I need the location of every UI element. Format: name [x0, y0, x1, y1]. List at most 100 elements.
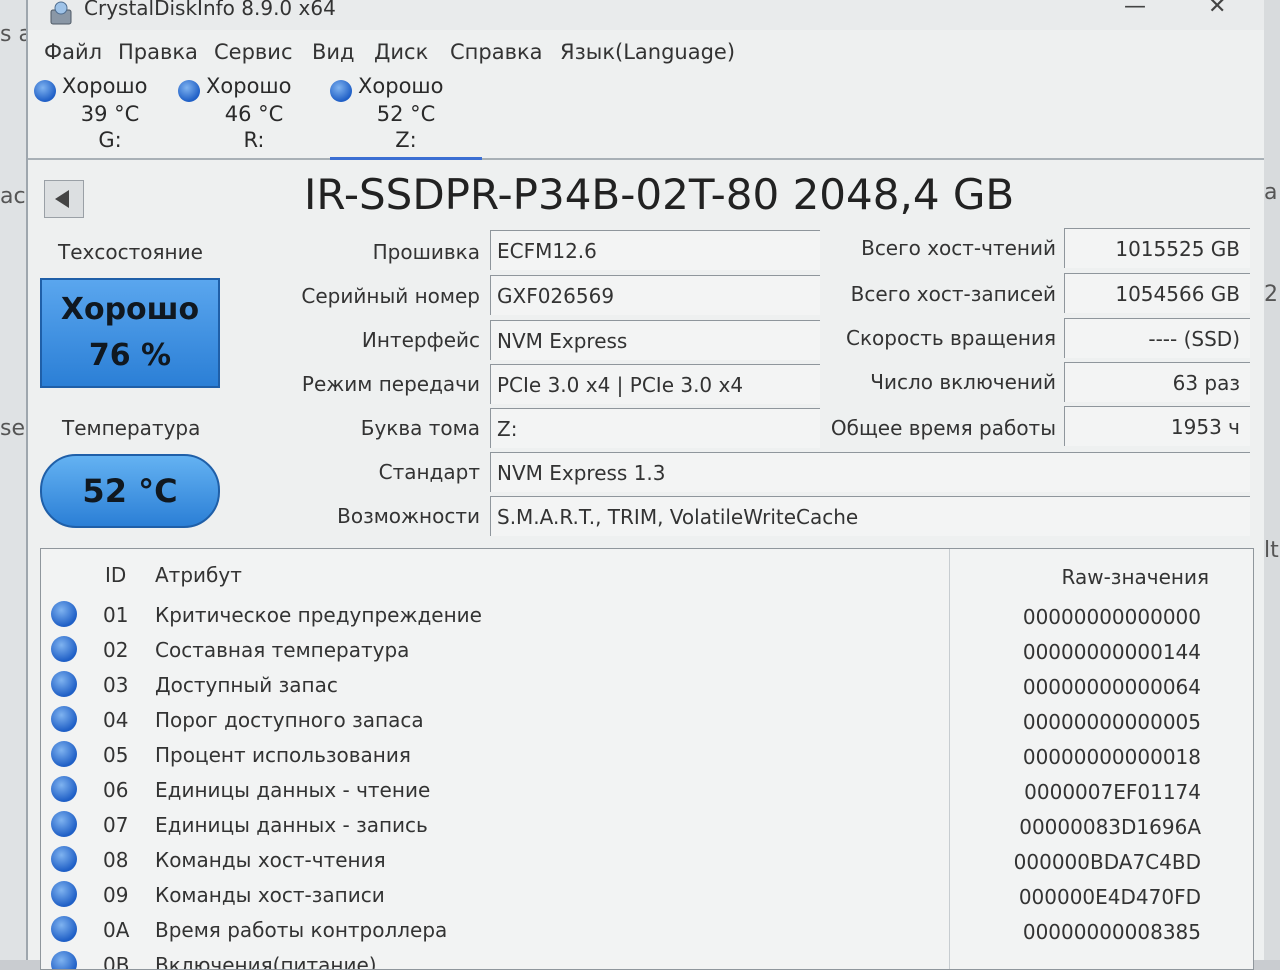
attribute-raw: 0000007EF01174	[1024, 780, 1201, 804]
previous-disk-button[interactable]	[44, 180, 84, 218]
window-title: CrystalDiskInfo 8.9.0 x64	[84, 0, 336, 20]
firmware-value[interactable]: ECFM12.6	[490, 230, 820, 270]
health-percent: 76 %	[88, 338, 172, 373]
health-status-text: Хорошо	[60, 292, 200, 327]
attribute-id: 0B	[103, 953, 130, 970]
features-value[interactable]: S.M.A.R.T., TRIM, VolatileWriteCache	[490, 496, 1250, 536]
status-dot-icon	[51, 916, 77, 942]
menu-help[interactable]: Справка	[450, 40, 543, 64]
attribute-id: 05	[103, 743, 129, 767]
menu-file[interactable]: Файл	[44, 40, 102, 64]
attribute-raw: 00000000008385	[1022, 920, 1201, 944]
menu-edit[interactable]: Правка	[118, 40, 198, 64]
attribute-raw: 00000000000064	[1022, 675, 1201, 699]
title-bar[interactable]: CrystalDiskInfo 8.9.0 x64 — ✕	[28, 0, 1264, 30]
temperature-display[interactable]: 52 °C	[40, 454, 220, 528]
power-on-hours-value[interactable]: 1953 ч	[1064, 406, 1250, 446]
power-on-count-label: Число включений	[870, 370, 1056, 394]
attribute-name: Команды хост-чтения	[155, 848, 386, 872]
table-row[interactable]: 05 Процент использования 00000000000018	[41, 737, 1241, 772]
attribute-raw: 00000083D1696A	[1019, 815, 1201, 839]
attribute-raw: 000000BDA7C4BD	[1013, 850, 1201, 874]
transfer-mode-label: Режим передачи	[301, 372, 480, 396]
power-on-count-value[interactable]: 63 раз	[1064, 362, 1250, 402]
status-dot-icon	[330, 80, 352, 102]
status-dot-icon	[51, 636, 77, 662]
transfer-mode-value[interactable]: PCIe 3.0 x4 | PCIe 3.0 x4	[490, 364, 820, 404]
attribute-raw: 00000000000000	[1022, 605, 1201, 629]
attribute-id: 09	[103, 883, 129, 907]
table-row[interactable]: 0A Время работы контроллера 000000000083…	[41, 912, 1241, 947]
status-dot-icon	[51, 881, 77, 907]
drive-tab-g[interactable]: Хорошо 39 °C G:	[34, 74, 186, 158]
table-row[interactable]: 04 Порог доступного запаса 0000000000000…	[41, 702, 1241, 737]
serial-label: Серийный номер	[301, 284, 480, 308]
smart-attributes-table[interactable]: ID Атрибут Raw-значения 01 Критическое п…	[40, 548, 1254, 970]
host-reads-label: Всего хост-чтений	[861, 236, 1056, 260]
crystaldiskinfo-icon	[50, 1, 72, 25]
attribute-id: 04	[103, 708, 129, 732]
rotation-rate-value[interactable]: ---- (SSD)	[1064, 318, 1250, 358]
menu-function[interactable]: Сервис	[214, 40, 292, 64]
attribute-id: 02	[103, 638, 129, 662]
table-row[interactable]: 0B Включения(питание)	[41, 947, 1241, 970]
host-writes-label: Всего хост-записей	[850, 282, 1056, 306]
menu-view[interactable]: Вид	[312, 40, 355, 64]
menu-disk[interactable]: Диск	[374, 40, 428, 64]
close-icon[interactable]: ✕	[1208, 0, 1226, 19]
background-desktop-left	[0, 0, 28, 960]
status-dot-icon	[51, 671, 77, 697]
table-row[interactable]: 02 Составная температура 00000000000144	[41, 632, 1241, 667]
drive-letter: G:	[98, 128, 122, 152]
table-row[interactable]: 01 Критическое предупреждение 0000000000…	[41, 597, 1241, 632]
interface-value[interactable]: NVM Express	[490, 320, 820, 360]
standard-value[interactable]: NVM Express 1.3	[490, 452, 1250, 492]
table-row[interactable]: 08 Команды хост-чтения 000000BDA7C4BD	[41, 842, 1241, 877]
host-reads-value[interactable]: 1015525 GB	[1064, 228, 1250, 268]
features-label: Возможности	[337, 504, 480, 528]
column-header-attribute[interactable]: Атрибут	[155, 563, 242, 587]
background-text: se	[0, 416, 25, 441]
attribute-id: 08	[103, 848, 129, 872]
drive-tab-z[interactable]: Хорошо 52 °C Z:	[330, 74, 482, 160]
menu-language[interactable]: Язык(Language)	[560, 40, 735, 64]
table-row[interactable]: 09 Команды хост-записи 000000E4D470FD	[41, 877, 1241, 912]
table-row[interactable]: 03 Доступный запас 00000000000064	[41, 667, 1241, 702]
attribute-raw: 00000000000018	[1022, 745, 1201, 769]
drive-selector: Хорошо 39 °C G: Хорошо 46 °C R: Хорошо 5…	[28, 70, 1264, 160]
serial-value[interactable]: GXF026569	[490, 275, 820, 315]
attribute-name: Критическое предупреждение	[155, 603, 482, 627]
drive-status: Хорошо	[358, 74, 444, 98]
drive-tab-r[interactable]: Хорошо 46 °C R:	[178, 74, 330, 158]
drive-letter-value[interactable]: Z:	[490, 408, 820, 448]
status-dot-icon	[51, 951, 77, 969]
column-header-raw[interactable]: Raw-значения	[1062, 565, 1209, 589]
menu-bar: Файл Правка Сервис Вид Диск Справка Язык…	[28, 34, 1264, 68]
attribute-raw: 00000000000005	[1022, 710, 1201, 734]
attribute-name: Процент использования	[155, 743, 411, 767]
attribute-name: Время работы контроллера	[155, 918, 448, 942]
status-dot-icon	[34, 80, 56, 102]
attribute-name: Порог доступного запаса	[155, 708, 424, 732]
drive-letter: R:	[243, 128, 265, 152]
status-dot-icon	[51, 846, 77, 872]
attribute-name: Составная температура	[155, 638, 410, 662]
drive-status: Хорошо	[62, 74, 148, 98]
host-writes-value[interactable]: 1054566 GB	[1064, 273, 1250, 313]
power-on-hours-label: Общее время работы	[830, 416, 1056, 440]
minimize-icon[interactable]: —	[1124, 0, 1146, 19]
table-row[interactable]: 06 Единицы данных - чтение 0000007EF0117…	[41, 772, 1241, 807]
attribute-name: Команды хост-записи	[155, 883, 385, 907]
attribute-name: Единицы данных - чтение	[155, 778, 431, 802]
table-row[interactable]: 07 Единицы данных - запись 00000083D1696…	[41, 807, 1241, 842]
app-window: CrystalDiskInfo 8.9.0 x64 — ✕ Файл Правк…	[26, 0, 1264, 970]
status-dot-icon	[51, 741, 77, 767]
drive-letter-label: Буква тома	[360, 416, 480, 440]
status-dot-icon	[51, 776, 77, 802]
attribute-id: 0A	[103, 918, 130, 942]
column-header-id[interactable]: ID	[105, 563, 126, 587]
attribute-name: Единицы данных - запись	[155, 813, 428, 837]
health-status-button[interactable]: Хорошо 76 %	[40, 278, 220, 388]
firmware-label: Прошивка	[372, 240, 480, 264]
temperature-value: 52 °C	[82, 472, 178, 510]
